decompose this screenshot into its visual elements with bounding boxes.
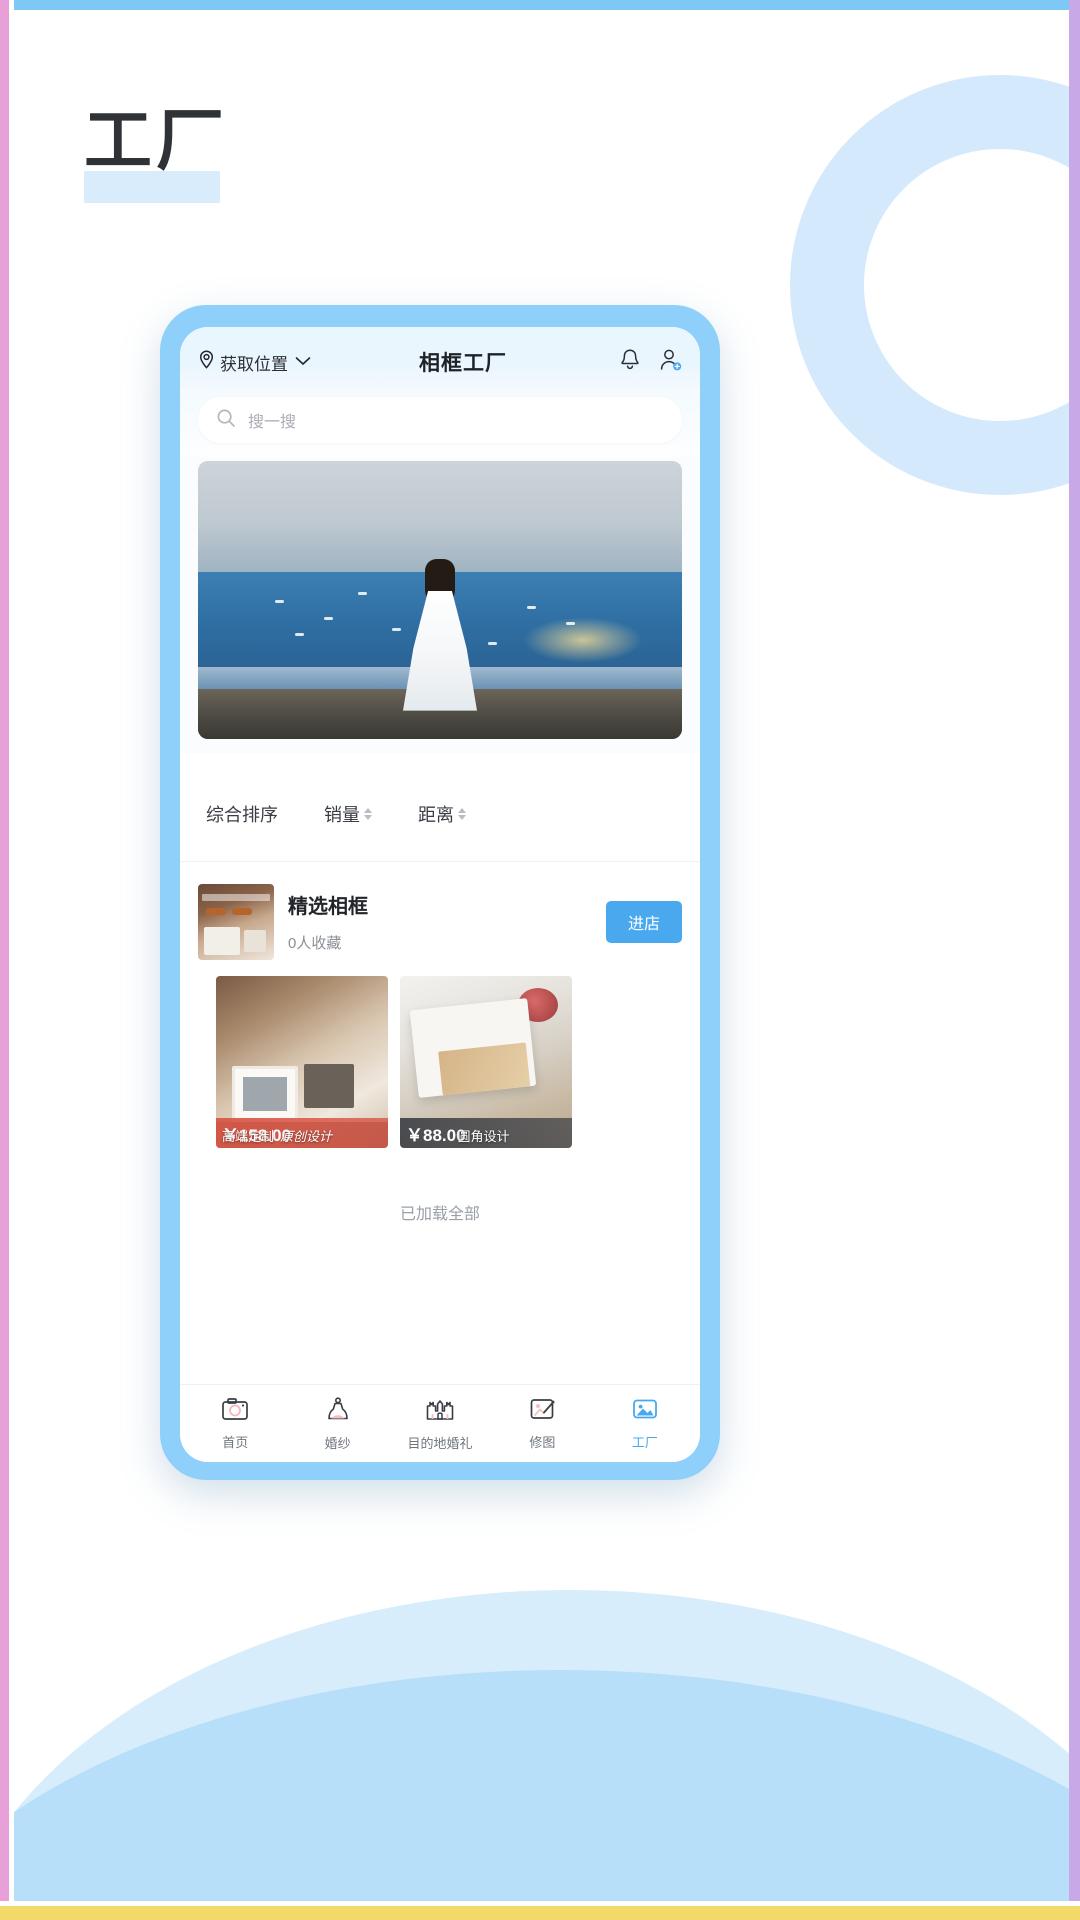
app-header: 获取位置 相框工厂 [180,327,700,391]
product-card[interactable]: ￥158.00 高端定制 原创设计 [216,976,388,1148]
sort-option-comprehensive[interactable]: 综合排序 [206,801,278,827]
tab-home[interactable]: 首页 [184,1397,286,1452]
phone-mockup: 获取位置 相框工厂 搜一搜 综合排序 销量 距离 精选相框 0人收藏 进店 ￥1… [160,305,720,1480]
banner-wrap [180,457,700,739]
sort-arrows-icon [364,808,372,820]
product-card[interactable]: ￥88.00 ￥98.00 圆角设计 [400,976,572,1148]
banner-gull [357,591,367,595]
shop-section: 精选相框 0人收藏 进店 ￥158.00 高端定制 原创设计 ￥88.00 圆角… [180,862,700,1224]
phone-screen: 获取位置 相框工厂 搜一搜 综合排序 销量 距离 精选相框 0人收藏 进店 ￥1… [180,327,700,1462]
banner-subject [403,558,477,711]
castle-icon [425,1397,455,1427]
photo-edit-icon [529,1397,556,1426]
tab-wedding-dress[interactable]: 婚纱 [286,1397,388,1452]
banner-gull [391,627,401,631]
shop-logo[interactable] [198,884,274,960]
banner-gull [323,616,333,620]
border-bottom [0,1906,1080,1920]
hero-banner[interactable] [198,461,682,739]
page-header-title: 相框工厂 [419,352,507,375]
wedding-dress-icon [325,1397,351,1427]
border-top-inner [14,10,1066,16]
tab-label: 婚纱 [324,1436,351,1451]
camera-icon [221,1397,249,1426]
product-tag: 圆角设计 [457,1128,510,1144]
border-top [0,0,1080,10]
content-body: 综合排序 销量 距离 精选相框 0人收藏 进店 ￥158.00 高端定制 原创设… [180,457,700,1384]
shop-logo-pill [206,908,226,915]
tab-label: 目的地婚礼 [407,1436,473,1451]
shop-meta: 精选相框 0人收藏 [288,892,592,953]
location-label: 获取位置 [220,354,288,374]
banner-gull [527,605,537,609]
product-frame-light [232,1066,298,1122]
product-frame-dark [304,1064,354,1108]
sort-bar: 综合排序 销量 距离 [180,753,700,862]
shop-logo-pill [232,908,252,915]
banner-gull [488,641,498,645]
sort-arrows-icon [458,808,466,820]
location-selector[interactable]: 获取位置 [198,350,311,375]
bell-icon[interactable] [619,348,641,377]
tab-label: 工厂 [631,1435,658,1450]
banner-gull [275,600,285,603]
border-left [0,0,9,1920]
image-factory-icon [631,1397,659,1426]
bottom-tab-bar: 首页 婚纱 目的地婚礼 修图 工厂 [180,1384,700,1462]
shop-header: 精选相框 0人收藏 进店 [198,884,682,960]
search-zone: 搜一搜 [180,391,700,457]
product-tags: 高端定制 原创设计 [216,1122,388,1148]
page-root: 工厂 获取位置 相框工厂 搜一搜 综合排序 销量 距离 精选相框 0人收藏 进店… [0,0,1080,1920]
sort-label: 销量 [324,805,360,825]
banner-sunglow [523,616,644,663]
banner-gull [565,622,575,626]
border-left-inner [9,0,14,1920]
user-add-icon[interactable] [659,348,682,377]
sort-option-sales[interactable]: 销量 [324,801,372,827]
border-right [1069,0,1080,1920]
page-title: 工厂 [84,102,229,181]
page-title-wrap: 工厂 [84,102,229,203]
banner-sky [198,461,682,573]
banner-subject-dress [403,590,477,711]
search-placeholder: 搜一搜 [248,414,297,431]
shop-logo-card [244,930,266,952]
decorative-ring [790,75,1080,495]
shop-logo-card [204,927,240,955]
shop-favorites-count: 0人收藏 [288,934,342,952]
tab-factory[interactable]: 工厂 [594,1397,696,1452]
search-icon [216,408,236,433]
banner-gull [294,633,304,637]
product-list: ￥158.00 高端定制 原创设计 ￥88.00 圆角设计 [198,960,682,1148]
tab-photo-edit[interactable]: 修图 [491,1397,593,1452]
product-tags: ￥98.00 圆角设计 [400,1122,572,1148]
enter-shop-button[interactable]: 进店 [605,901,682,943]
tab-destination-wedding[interactable]: 目的地婚礼 [389,1397,491,1452]
product-album-art [438,1042,531,1096]
product-album [409,998,537,1098]
header-actions [619,348,682,377]
sort-option-distance[interactable]: 距离 [418,801,466,827]
shop-logo-band [202,894,270,901]
tab-label: 修图 [529,1435,556,1450]
shop-name: 精选相框 [288,895,368,918]
sort-label: 距离 [418,805,454,825]
search-input[interactable]: 搜一搜 [198,397,682,443]
content-filler [180,1224,700,1384]
sort-label: 综合排序 [206,805,278,825]
chevron-down-icon [295,353,311,371]
product-tag: 高端定制 [222,1128,275,1144]
map-pin-icon [198,350,215,374]
tab-label: 首页 [222,1435,249,1450]
loaded-all-text: 已加载全部 [198,1148,682,1224]
product-tag-secondary: 原创设计 [280,1128,333,1144]
product-frame-photo [243,1077,287,1111]
